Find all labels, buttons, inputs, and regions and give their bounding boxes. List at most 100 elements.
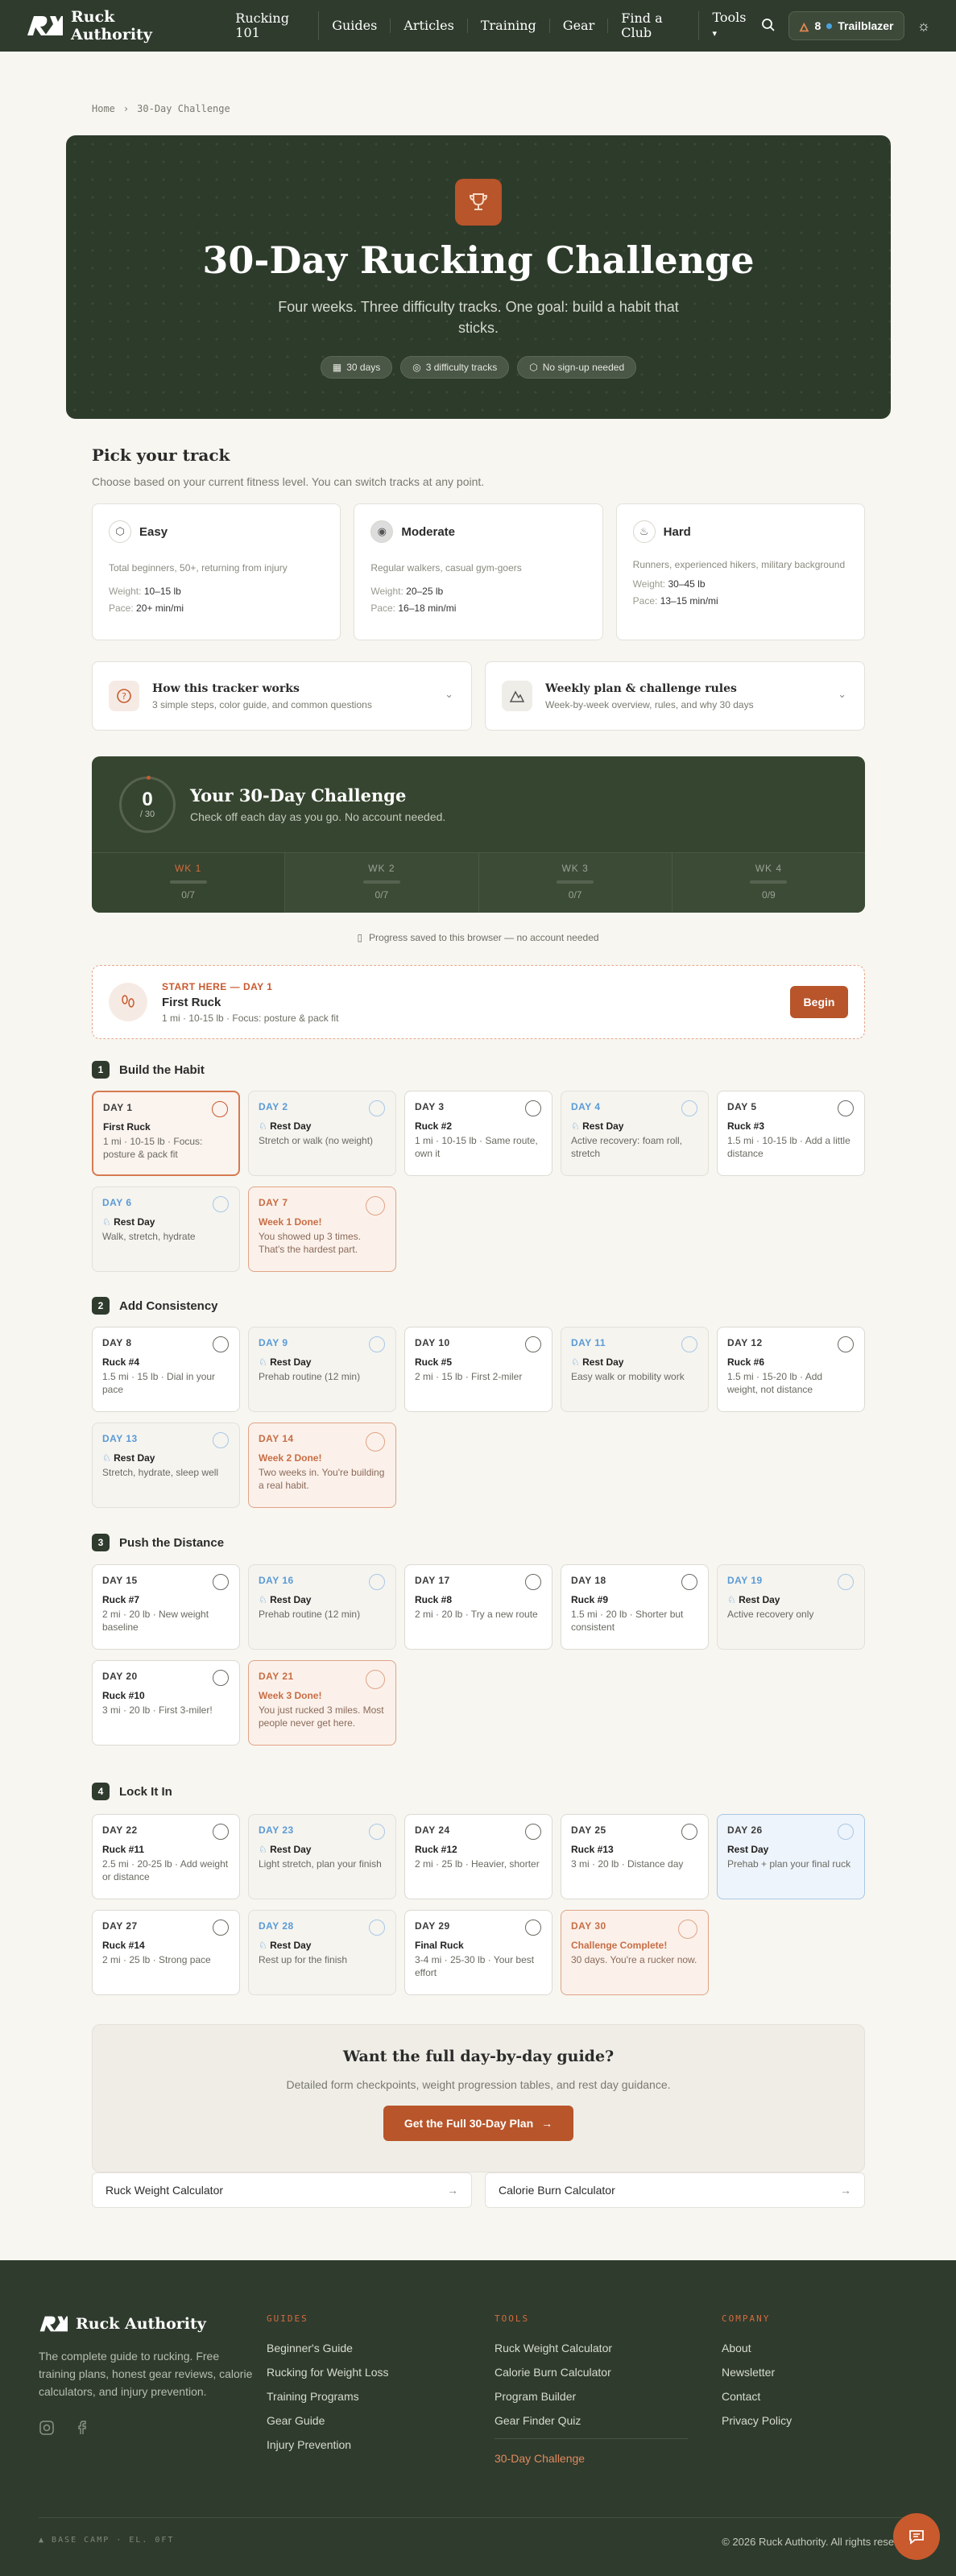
footer-link[interactable]: Beginner's Guide [267,2342,388,2354]
day-checkbox[interactable] [213,1920,229,1936]
day-checkbox[interactable] [525,1824,541,1840]
begin-button[interactable]: Begin [790,986,848,1018]
tool-link-ruck-weight[interactable]: Ruck Weight Calculator → [92,2172,472,2208]
track-easy[interactable]: ⬡ Easy Total beginners, 50+, returning fr… [92,503,341,640]
footer-link[interactable]: Gear Guide [267,2414,388,2427]
day-card[interactable]: DAY 20 Ruck #10 3 mi · 20 lb · First 3-mil… [92,1660,240,1746]
footer-link[interactable]: Privacy Policy [722,2414,792,2427]
search-icon[interactable] [761,18,776,35]
day-checkbox[interactable] [213,1670,229,1686]
week-tab-3[interactable]: WK 3 0/7 [478,853,673,913]
day-card[interactable]: DAY 30 Challenge Complete! 30 days. You're… [561,1910,709,1995]
track-moderate[interactable]: ◉ Moderate Regular walkers, casual gym-go… [354,503,603,640]
day-checkbox[interactable] [213,1432,229,1448]
day-card[interactable]: DAY 18 Ruck #9 1.5 mi · 20 lb · Shorter bu… [561,1564,709,1650]
day-checkbox[interactable] [525,1574,541,1590]
footer-link[interactable]: Calorie Burn Calculator [495,2366,688,2379]
footer-link[interactable]: Injury Prevention [267,2438,388,2451]
accordion-how-it-works[interactable]: ? How this tracker works 3 simple steps, … [92,661,472,731]
day-card[interactable]: DAY 27 Ruck #14 2 mi · 25 lb · Strong pace [92,1910,240,1995]
nav-link-rucking-101[interactable]: Rucking 101 [222,11,320,40]
day-checkbox[interactable] [681,1100,697,1116]
footer-link[interactable]: Newsletter [722,2366,792,2379]
accordion-weekly-plan[interactable]: Weekly plan & challenge rules Week-by-wee… [485,661,865,731]
day-card[interactable]: DAY 28 Rest Day Rest up for the finish [248,1910,396,1995]
day-checkbox[interactable] [213,1196,229,1212]
facebook-icon[interactable] [74,2420,90,2438]
footer-link[interactable]: Gear Finder Quiz [495,2414,688,2427]
day-checkbox[interactable] [369,1100,385,1116]
day-checkbox[interactable] [369,1920,385,1936]
week-tab-2[interactable]: WK 2 0/7 [285,853,479,913]
breadcrumb-home[interactable]: Home [92,103,115,114]
day-checkbox[interactable] [525,1336,541,1352]
day-card[interactable]: DAY 10 Ruck #5 2 mi · 15 lb · First 2-mile… [404,1327,552,1412]
day-card[interactable]: DAY 24 Ruck #12 2 mi · 25 lb · Heavier, sh… [404,1814,552,1899]
day-card[interactable]: DAY 14 Week 2 Done! Two weeks in. You're b… [248,1423,396,1508]
day-card[interactable]: DAY 26 Rest Day Prehab + plan your final r… [717,1814,865,1899]
day-checkbox[interactable] [525,1920,541,1936]
day-card[interactable]: DAY 19 Rest Day Active recovery only [717,1564,865,1650]
day-card[interactable]: DAY 29 Final Ruck 3-4 mi · 25-30 lb · Your… [404,1910,552,1995]
nav-link-gear[interactable]: Gear [550,19,609,33]
footer-link[interactable]: Rucking for Weight Loss [267,2366,388,2379]
footer-link[interactable]: About [722,2342,792,2354]
footer-link[interactable]: Program Builder [495,2390,688,2403]
nav-link-tools[interactable]: Tools ▾ [699,10,761,41]
day-checkbox[interactable] [525,1100,541,1116]
chat-button[interactable] [893,2513,940,2560]
nav-link-guides[interactable]: Guides [319,19,391,33]
day-checkbox[interactable] [369,1824,385,1840]
week-tab-1[interactable]: WK 1 0/7 [92,853,286,913]
day-checkbox[interactable] [678,1920,697,1939]
day-checkbox[interactable] [681,1824,697,1840]
day-card[interactable]: DAY 13 Rest Day Stretch, hydrate, sleep we… [92,1423,240,1508]
day-card[interactable]: DAY 15 Ruck #7 2 mi · 20 lb · New weight b… [92,1564,240,1650]
day-card[interactable]: DAY 25 Ruck #13 3 mi · 20 lb · Distance da… [561,1814,709,1899]
day-card[interactable]: DAY 22 Ruck #11 2.5 mi · 20-25 lb · Add we… [92,1814,240,1899]
footer-link[interactable]: Training Programs [267,2390,388,2403]
day-card[interactable]: DAY 8 Ruck #4 1.5 mi · 15 lb · Dial in you… [92,1327,240,1412]
day-checkbox[interactable] [366,1670,385,1689]
day-checkbox[interactable] [838,1336,854,1352]
day-card[interactable]: DAY 4 Rest Day Active recovery: foam roll,… [561,1091,709,1176]
footer-logo[interactable]: Ruck Authority [39,2315,256,2333]
get-plan-button[interactable]: Get the Full 30-Day Plan → [383,2106,573,2141]
footer-link[interactable]: Contact [722,2390,792,2403]
footer-link-challenge[interactable]: 30-Day Challenge [495,2452,688,2465]
day-card[interactable]: DAY 6 Rest Day Walk, stretch, hydrate [92,1187,240,1272]
day-checkbox[interactable] [212,1101,228,1117]
day-checkbox[interactable] [369,1574,385,1590]
sun-icon[interactable]: ☼ [917,18,931,35]
day-checkbox[interactable] [369,1336,385,1352]
brand-logo[interactable]: Ruck Authority [26,8,192,43]
day-card[interactable]: DAY 17 Ruck #8 2 mi · 20 lb · Try a new ro… [404,1564,552,1650]
day-checkbox[interactable] [213,1824,229,1840]
week-tab-4[interactable]: WK 4 0/9 [672,853,865,913]
day-checkbox[interactable] [366,1432,385,1452]
day-checkbox[interactable] [213,1336,229,1352]
day-checkbox[interactable] [838,1100,854,1116]
instagram-icon[interactable] [39,2420,55,2438]
day-checkbox[interactable] [213,1574,229,1590]
day-card[interactable]: DAY 3 Ruck #2 1 mi · 10-15 lb · Same route… [404,1091,552,1176]
nav-link-training[interactable]: Training [468,19,550,33]
track-hard[interactable]: ♨ Hard Runners, experienced hikers, milit… [615,503,865,640]
day-card[interactable]: DAY 23 Rest Day Light stretch, plan your f… [248,1814,396,1899]
day-checkbox[interactable] [838,1824,854,1840]
streak-badge[interactable]: 🜂 8 Trailblazer [788,11,904,40]
day-card[interactable]: DAY 11 Rest Day Easy walk or mobility work [561,1327,709,1412]
footer-link[interactable]: Ruck Weight Calculator [495,2342,688,2354]
day-card[interactable]: DAY 1 First Ruck 1 mi · 10-15 lb · Focus: … [92,1091,240,1176]
day-card[interactable]: DAY 5 Ruck #3 1.5 mi · 10-15 lb · Add a li… [717,1091,865,1176]
day-checkbox[interactable] [838,1574,854,1590]
day-checkbox[interactable] [366,1196,385,1216]
day-card[interactable]: DAY 2 Rest Day Stretch or walk (no weight) [248,1091,396,1176]
day-card[interactable]: DAY 9 Rest Day Prehab routine (12 min) [248,1327,396,1412]
day-card[interactable]: DAY 12 Ruck #6 1.5 mi · 15-20 lb · Add wei… [717,1327,865,1412]
day-checkbox[interactable] [681,1574,697,1590]
day-card[interactable]: DAY 7 Week 1 Done! You showed up 3 times. … [248,1187,396,1272]
tool-link-calorie-burn[interactable]: Calorie Burn Calculator → [485,2172,865,2208]
nav-link-articles[interactable]: Articles [391,19,468,33]
nav-link-find-a-club[interactable]: Find a Club [608,11,700,40]
